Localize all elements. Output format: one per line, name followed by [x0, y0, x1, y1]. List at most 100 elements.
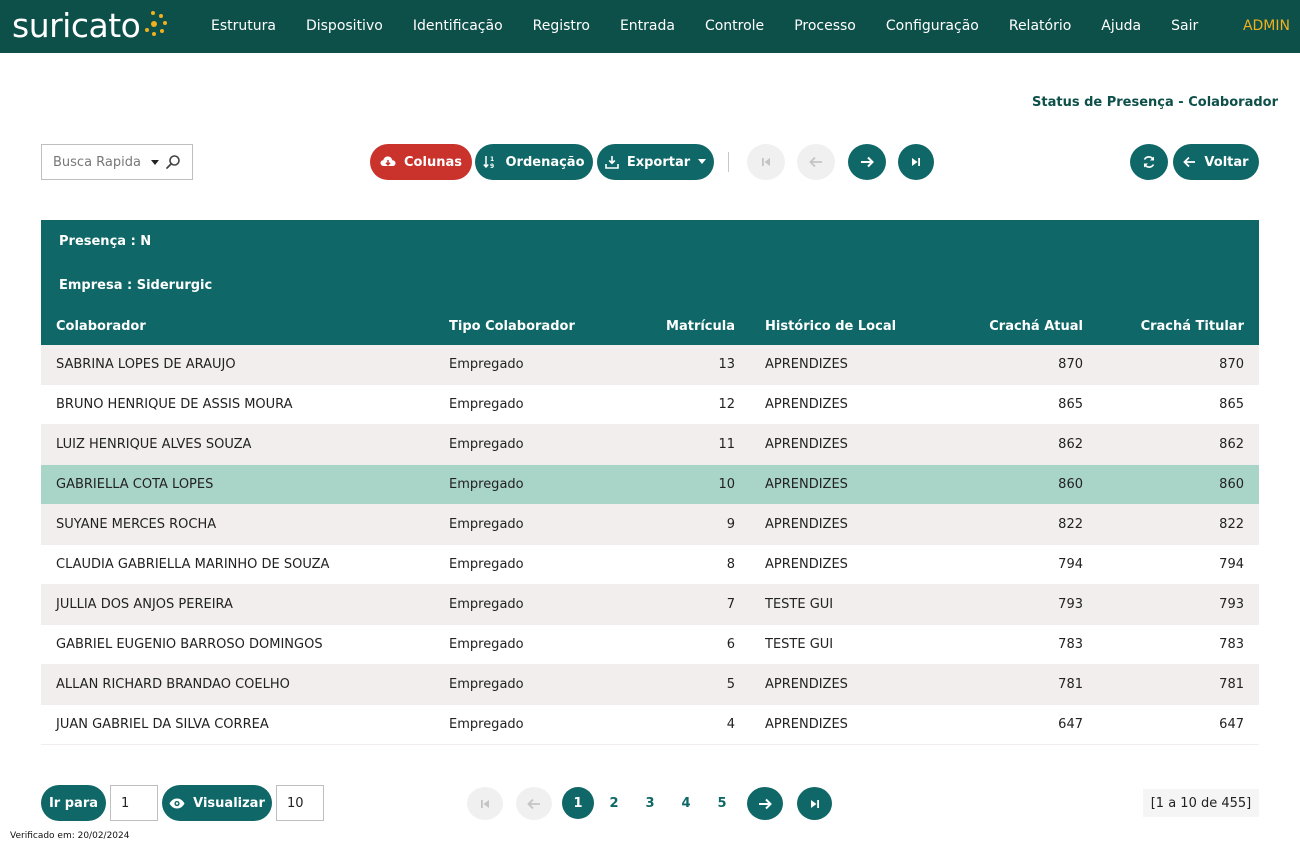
table-row[interactable]: CLAUDIA GABRIELLA MARINHO DE SOUZA Empreg…: [41, 545, 1259, 585]
col-header-historico[interactable]: Histórico de Local: [750, 319, 936, 334]
cell-matricula: 9: [726, 517, 735, 532]
cell-historico: APRENDIZES: [765, 437, 848, 452]
page-number-1[interactable]: 1: [562, 787, 594, 819]
cell-matricula: 5: [726, 677, 735, 692]
nav-item-sair[interactable]: Sair: [1156, 0, 1213, 53]
cell-matricula: 11: [718, 437, 735, 452]
cell-cracha-titular: 862: [1219, 437, 1244, 452]
cell-colaborador: JUAN GABRIEL DA SILVA CORREA: [56, 717, 269, 732]
nav-item-entrada[interactable]: Entrada: [605, 0, 690, 53]
cell-cracha-atual: 860: [1058, 477, 1083, 492]
cell-tipo: Empregado: [449, 437, 524, 452]
suricato-logo[interactable]: suricato: [12, 4, 167, 48]
page-number-5[interactable]: 5: [706, 787, 738, 819]
view-button[interactable]: Visualizar: [162, 785, 272, 821]
page-number-2[interactable]: 2: [598, 787, 630, 819]
refresh-button[interactable]: [1130, 144, 1168, 180]
top-navbar: suricato Estrutura Dispositivo Identific…: [0, 0, 1300, 53]
page-number-4[interactable]: 4: [670, 787, 702, 819]
skip-first-icon: [762, 158, 770, 166]
table-row[interactable]: JUAN GABRIEL DA SILVA CORREA Empregado 4 AP…: [41, 705, 1259, 745]
order-label: Ordenação: [505, 154, 585, 170]
table-row[interactable]: BRUNO HENRIQUE DE ASSIS MOURA Empregado 12…: [41, 385, 1259, 425]
cell-tipo: Empregado: [449, 557, 524, 572]
table-row[interactable]: SABRINA LOPES DE ARAUJO Empregado 13 APREND…: [41, 345, 1259, 385]
page-title: Status de Presença - Colaborador: [1032, 95, 1278, 110]
chevron-down-icon: [698, 159, 707, 164]
export-button[interactable]: Exportar: [597, 144, 714, 180]
nav-item-estrutura[interactable]: Estrutura: [196, 0, 291, 53]
cell-cracha-atual: 793: [1058, 597, 1083, 612]
arrow-right-icon: [861, 156, 874, 168]
cell-colaborador: SUYANE MERCES ROCHA: [56, 517, 217, 532]
cell-cracha-atual: 647: [1058, 717, 1083, 732]
arrow-left-icon: [1183, 156, 1196, 168]
cell-historico: TESTE GUI: [765, 637, 834, 652]
col-header-cracha-titular[interactable]: Crachá Titular: [1098, 319, 1259, 334]
prev-page-button[interactable]: [797, 144, 835, 180]
goto-page-input[interactable]: [110, 785, 158, 821]
cell-cracha-titular: 783: [1219, 637, 1244, 652]
nav-item-controle[interactable]: Controle: [690, 0, 779, 53]
chevron-down-icon[interactable]: [151, 159, 159, 165]
bottom-prev-page-button[interactable]: [516, 787, 552, 820]
cell-cracha-titular: 822: [1219, 517, 1244, 532]
search-icon[interactable]: [165, 154, 181, 170]
cell-cracha-titular: 860: [1219, 477, 1244, 492]
arrow-left-icon: [527, 798, 540, 809]
cell-historico: APRENDIZES: [765, 677, 848, 692]
bottom-first-page-button[interactable]: [467, 787, 503, 820]
cell-cracha-atual: 781: [1058, 677, 1083, 692]
goto-page-button[interactable]: Ir para: [41, 785, 106, 821]
col-header-tipo[interactable]: Tipo Colaborador: [434, 319, 624, 334]
nav-item-ajuda[interactable]: Ajuda: [1086, 0, 1156, 53]
cell-historico: APRENDIZES: [765, 717, 848, 732]
arrow-left-icon: [809, 156, 822, 168]
nav-item-registro[interactable]: Registro: [518, 0, 605, 53]
col-header-matricula[interactable]: Matrícula: [624, 319, 750, 334]
table-row[interactable]: LUIZ HENRIQUE ALVES SOUZA Empregado 11 APRE…: [41, 425, 1259, 465]
cell-colaborador: GABRIEL EUGENIO BARROSO DOMINGOS: [56, 637, 323, 652]
svg-text:1: 1: [490, 156, 494, 163]
last-page-button[interactable]: [898, 144, 934, 180]
back-button[interactable]: Voltar: [1173, 144, 1259, 180]
bottom-next-page-button[interactable]: [747, 787, 783, 820]
cell-cracha-titular: 647: [1219, 717, 1244, 732]
search-input[interactable]: [53, 154, 145, 170]
nav-item-dispositivo[interactable]: Dispositivo: [291, 0, 398, 53]
columns-button[interactable]: Colunas: [370, 144, 472, 180]
verified-date: Verificado em: 20/02/2024: [10, 831, 130, 841]
cell-tipo: Empregado: [449, 717, 524, 732]
cell-colaborador: JULLIA DOS ANJOS PEREIRA: [56, 597, 233, 612]
page-size-input[interactable]: [276, 785, 324, 821]
cell-tipo: Empregado: [449, 397, 524, 412]
table-row[interactable]: ALLAN RICHARD BRANDAO COELHO Empregado 5 AP…: [41, 665, 1259, 705]
table-row[interactable]: GABRIELLA COTA LOPES Empregado 10 APRENDIZE…: [41, 465, 1259, 505]
table-row[interactable]: GABRIEL EUGENIO BARROSO DOMINGOS Empregad…: [41, 625, 1259, 665]
col-header-cracha-atual[interactable]: Crachá Atual: [936, 319, 1098, 334]
columns-label: Colunas: [404, 154, 462, 170]
nav-item-processo[interactable]: Processo: [779, 0, 871, 53]
quick-search[interactable]: [41, 144, 193, 180]
table-row[interactable]: SUYANE MERCES ROCHA Empregado 9 APRENDIZES 8…: [41, 505, 1259, 545]
logo-dots-icon: [140, 10, 170, 40]
cell-historico: APRENDIZES: [765, 517, 848, 532]
bottom-last-page-button[interactable]: [797, 787, 832, 820]
cell-tipo: Empregado: [449, 357, 524, 372]
user-menu[interactable]: ADMIN: [1243, 0, 1290, 53]
main-nav: Estrutura Dispositivo Identificação Regi…: [196, 0, 1213, 53]
table-body: SABRINA LOPES DE ARAUJO Empregado 13 APREND…: [41, 345, 1259, 745]
next-page-button[interactable]: [848, 144, 886, 180]
col-header-colaborador[interactable]: Colaborador: [41, 319, 434, 334]
order-button[interactable]: 1 9 Ordenação: [475, 144, 593, 180]
cell-matricula: 10: [718, 477, 735, 492]
cell-colaborador: BRUNO HENRIQUE DE ASSIS MOURA: [56, 397, 293, 412]
skip-last-icon: [810, 799, 819, 808]
first-page-button[interactable]: [747, 144, 785, 180]
nav-item-identificacao[interactable]: Identificação: [398, 0, 518, 53]
cell-tipo: Empregado: [449, 517, 524, 532]
table-row[interactable]: JULLIA DOS ANJOS PEREIRA Empregado 7 TESTE …: [41, 585, 1259, 625]
nav-item-relatorio[interactable]: Relatório: [994, 0, 1086, 53]
page-number-3[interactable]: 3: [634, 787, 666, 819]
nav-item-configuracao[interactable]: Configuração: [871, 0, 994, 53]
